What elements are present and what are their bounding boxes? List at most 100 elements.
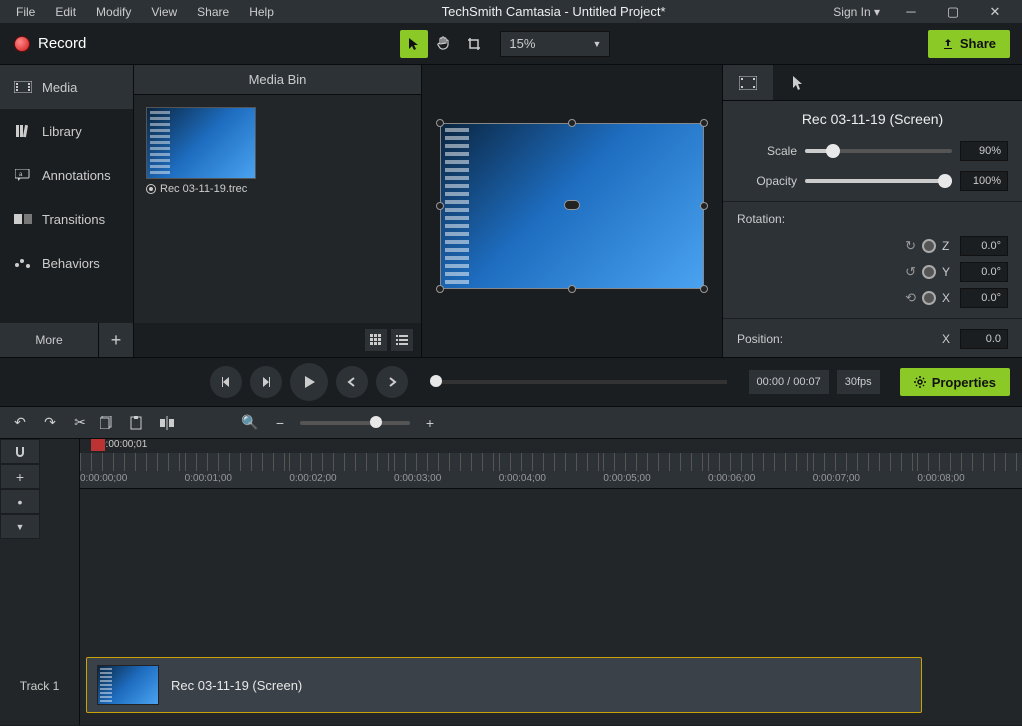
paste-button[interactable] bbox=[130, 416, 150, 430]
crop-tool[interactable] bbox=[460, 30, 488, 58]
next-frame-button[interactable] bbox=[250, 366, 282, 398]
list-view-button[interactable] bbox=[391, 329, 413, 351]
window-minimize[interactable]: ─ bbox=[890, 0, 932, 23]
rotate-y-knob[interactable] bbox=[922, 265, 936, 279]
resize-handle-e[interactable] bbox=[700, 202, 708, 210]
gear-icon bbox=[914, 376, 926, 388]
record-icon bbox=[14, 36, 30, 52]
rotation-z-value[interactable]: 0.0° bbox=[960, 236, 1008, 256]
menu-file[interactable]: File bbox=[6, 2, 45, 22]
undo-button[interactable]: ↶ bbox=[10, 414, 30, 431]
share-button[interactable]: Share bbox=[928, 30, 1010, 58]
rotate-x-icon: ⟲ bbox=[905, 290, 916, 306]
canvas-area[interactable] bbox=[422, 65, 722, 357]
resize-handle-s[interactable] bbox=[568, 285, 576, 293]
menu-help[interactable]: Help bbox=[239, 2, 284, 22]
media-clip[interactable]: Rec 03-11-19.trec bbox=[146, 107, 256, 195]
menu-modify[interactable]: Modify bbox=[86, 2, 141, 22]
scale-value[interactable]: 90% bbox=[960, 141, 1008, 161]
copy-button[interactable] bbox=[100, 416, 120, 429]
sidebar-item-label: Behaviors bbox=[42, 256, 100, 271]
menu-share[interactable]: Share bbox=[187, 2, 239, 22]
window-maximize[interactable]: ▢ bbox=[932, 0, 974, 23]
add-media-button[interactable]: + bbox=[99, 323, 133, 357]
next-clip-button[interactable] bbox=[376, 366, 408, 398]
pointer-tool[interactable] bbox=[400, 30, 428, 58]
properties-title: Rec 03-11-19 (Screen) bbox=[737, 111, 1008, 127]
prev-frame-button[interactable] bbox=[210, 366, 242, 398]
ruler-tick: 0:00:06;00 bbox=[708, 453, 813, 488]
rotation-y-value[interactable]: 0.0° bbox=[960, 262, 1008, 282]
resize-handle-sw[interactable] bbox=[436, 285, 444, 293]
rotate-z-knob[interactable] bbox=[922, 239, 936, 253]
timeline-clip[interactable]: Rec 03-11-19 (Screen) bbox=[86, 657, 922, 713]
playhead-marker[interactable] bbox=[91, 439, 105, 451]
opacity-label: Opacity bbox=[737, 174, 797, 188]
timeline-ruler[interactable]: 0:00:00;00 0:00:01;00 0:00:02;00 0:00:03… bbox=[80, 453, 1022, 489]
zoom-in-button[interactable]: + bbox=[420, 415, 440, 431]
resize-handle-nw[interactable] bbox=[436, 119, 444, 127]
opacity-slider[interactable] bbox=[805, 179, 952, 183]
sidebar-item-behaviors[interactable]: Behaviors bbox=[0, 241, 133, 285]
axis-y-label: Y bbox=[942, 265, 954, 279]
timeline-zoom-slider[interactable] bbox=[300, 421, 410, 425]
ruler-tick: 0:00:01;00 bbox=[185, 453, 290, 488]
opacity-value[interactable]: 100% bbox=[960, 171, 1008, 191]
sidebar-item-media[interactable]: Media bbox=[0, 65, 133, 109]
sidebar-item-transitions[interactable]: Transitions bbox=[0, 197, 133, 241]
rotation-label: Rotation: bbox=[737, 212, 785, 226]
pan-tool[interactable] bbox=[430, 30, 458, 58]
properties-tab-cursor[interactable] bbox=[773, 65, 823, 100]
transitions-icon bbox=[14, 212, 32, 226]
add-track-button[interactable]: + bbox=[0, 464, 40, 489]
cut-button[interactable]: ✂ bbox=[70, 414, 90, 431]
library-icon bbox=[14, 124, 32, 138]
record-button[interactable]: Record bbox=[0, 23, 100, 64]
ruler-tick: 0:00:07;00 bbox=[813, 453, 918, 488]
redo-button[interactable]: ↷ bbox=[40, 414, 60, 431]
menu-edit[interactable]: Edit bbox=[45, 2, 86, 22]
scale-slider[interactable] bbox=[805, 149, 952, 153]
cursor-icon bbox=[792, 75, 804, 91]
sidebar-item-annotations[interactable]: a Annotations bbox=[0, 153, 133, 197]
rotation-x-value[interactable]: 0.0° bbox=[960, 288, 1008, 308]
menu-view[interactable]: View bbox=[141, 2, 187, 22]
timeline-clip-thumbnail bbox=[97, 665, 159, 705]
filmstrip-icon bbox=[739, 76, 757, 90]
resize-handle-w[interactable] bbox=[436, 202, 444, 210]
canvas-zoom-select[interactable]: 15% ▼ bbox=[500, 31, 610, 57]
properties-tab-visual[interactable] bbox=[723, 65, 773, 100]
timeline-magnet-button[interactable] bbox=[0, 439, 40, 464]
zoom-value: 15% bbox=[509, 36, 535, 51]
properties-button[interactable]: Properties bbox=[900, 368, 1010, 396]
resize-handle-ne[interactable] bbox=[700, 119, 708, 127]
prev-clip-button[interactable] bbox=[336, 366, 368, 398]
timeline-body[interactable]: Rec 03-11-19 (Screen) bbox=[80, 489, 1022, 725]
zoom-out-button[interactable]: − bbox=[270, 415, 290, 431]
grid-view-button[interactable] bbox=[365, 329, 387, 351]
rotate-y-icon: ↺ bbox=[905, 264, 916, 280]
more-button[interactable]: More bbox=[0, 323, 99, 357]
rotation-handle[interactable] bbox=[564, 200, 580, 210]
sidebar-item-library[interactable]: Library bbox=[0, 109, 133, 153]
playback-slider[interactable] bbox=[430, 380, 727, 384]
media-bin-header: Media Bin bbox=[134, 65, 421, 95]
resize-handle-se[interactable] bbox=[700, 285, 708, 293]
properties-label: Properties bbox=[932, 375, 996, 390]
ruler-tick: 0:00:05;00 bbox=[603, 453, 708, 488]
canvas-clip[interactable] bbox=[440, 123, 704, 289]
window-title: TechSmith Camtasia - Untitled Project* bbox=[284, 4, 823, 19]
sign-in-button[interactable]: Sign In ▾ bbox=[823, 5, 890, 19]
ruler-tick: 0:00:02;00 bbox=[289, 453, 394, 488]
axis-z-label: Z bbox=[942, 239, 954, 253]
window-close[interactable]: ✕ bbox=[974, 0, 1016, 23]
playback-fps: 30fps bbox=[837, 370, 880, 394]
resize-handle-n[interactable] bbox=[568, 119, 576, 127]
annotations-icon: a bbox=[14, 168, 32, 182]
position-x-value[interactable]: 0.0 bbox=[960, 329, 1008, 349]
play-button[interactable] bbox=[290, 363, 328, 401]
playback-time: 00:00 / 00:07 bbox=[749, 370, 829, 394]
axis-x-label: X bbox=[942, 291, 954, 305]
rotate-x-knob[interactable] bbox=[922, 291, 936, 305]
split-button[interactable] bbox=[160, 416, 180, 430]
